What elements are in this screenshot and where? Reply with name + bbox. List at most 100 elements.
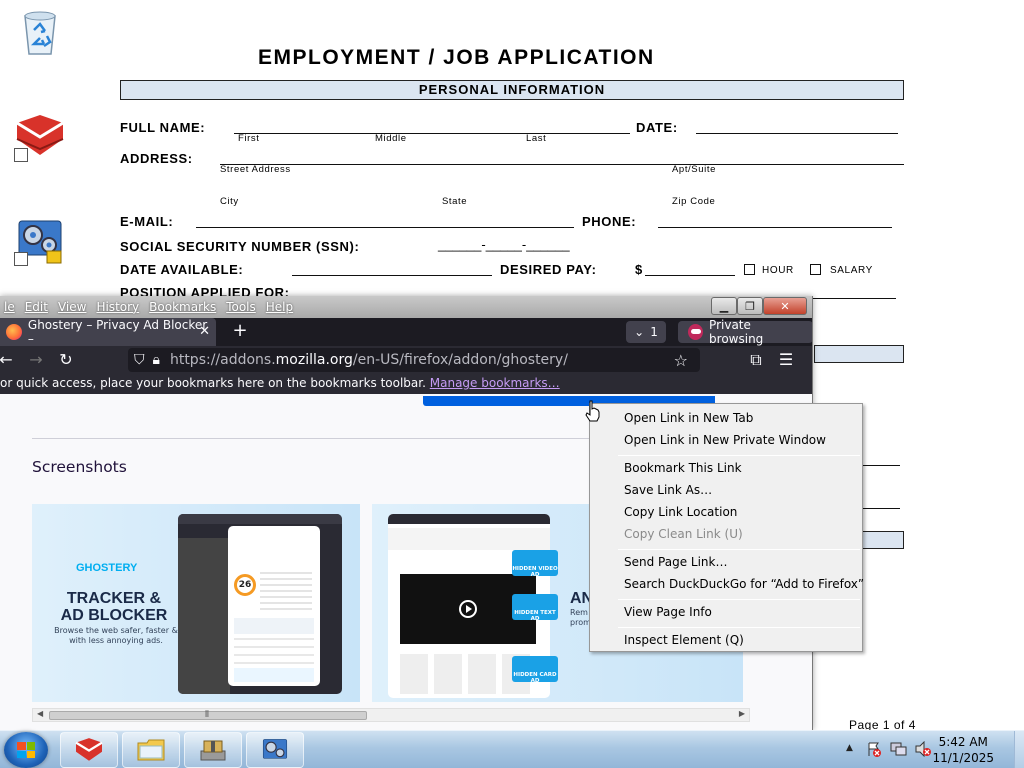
private-browsing-label: Private browsing xyxy=(709,318,764,346)
bookmark-star-icon[interactable]: ☆ xyxy=(674,351,688,370)
scroll-right-icon[interactable]: ▶ xyxy=(739,709,745,718)
volume-muted-icon[interactable] xyxy=(914,740,932,758)
tab-ghostery[interactable]: Ghostery – Privacy Ad Blocker – ✕ xyxy=(0,318,216,346)
date-line[interactable] xyxy=(696,133,898,134)
folder-icon xyxy=(137,739,165,761)
window-titlebar[interactable]: le Edit View History Bookmarks Tools Hel… xyxy=(0,296,812,318)
phone-label: PHONE: xyxy=(582,214,637,229)
reload-button[interactable]: ↻ xyxy=(56,350,76,370)
extension-popup-mock: 26 xyxy=(228,526,320,686)
list-all-tabs-button[interactable]: ⌄ 1 xyxy=(626,321,666,343)
app-menu-button[interactable]: ☰ xyxy=(776,350,796,370)
taskbar-file-explorer[interactable] xyxy=(122,732,180,768)
tracker-blocker-subtitle: Browse the web safer, faster & with less… xyxy=(54,626,178,645)
menu-open-link-new-tab[interactable]: Open Link in New Tab xyxy=(624,409,753,427)
red-app-icon xyxy=(75,738,103,761)
menu-send-page-link[interactable]: Send Page Link… xyxy=(624,553,727,571)
menu-separator xyxy=(618,599,860,600)
menu-history[interactable]: History xyxy=(90,300,145,314)
show-hidden-icons-button[interactable]: ▲ xyxy=(846,743,853,753)
scroll-left-icon[interactable]: ◀ xyxy=(37,709,43,718)
url-bar[interactable]: ⛉ 🔒︎ https://addons. mozilla.org/en-US/fi… xyxy=(128,348,700,372)
menu-separator xyxy=(618,549,860,550)
menu-copy-link-location[interactable]: Copy Link Location xyxy=(624,503,737,521)
screenshots-heading: Screenshots xyxy=(32,458,127,476)
extensions-button[interactable]: ⧉ xyxy=(746,350,766,370)
address-line[interactable] xyxy=(220,164,904,165)
menu-file[interactable]: le xyxy=(0,300,21,314)
navigation-toolbar: ← → ↻ ⛉ 🔒︎ https://addons. mozilla.org/en… xyxy=(0,346,812,374)
reload-icon: ↻ xyxy=(59,350,73,369)
menu-bookmarks[interactable]: Bookmarks xyxy=(143,300,222,314)
email-line[interactable] xyxy=(196,227,574,228)
street-sublabel: Street Address xyxy=(220,164,291,175)
forward-button[interactable]: → xyxy=(26,350,46,370)
full-name-label: FULL NAME: xyxy=(120,120,206,135)
grip-icon: ⦀ xyxy=(205,710,209,720)
red-app-shortcut-icon[interactable] xyxy=(12,108,68,164)
date-available-line[interactable] xyxy=(292,275,492,276)
taskbar-red-app[interactable] xyxy=(60,732,118,768)
score-circle: 26 xyxy=(234,574,256,596)
scrollbar-thumb[interactable]: ⦀ xyxy=(49,710,367,720)
menu-copy-clean-link: Copy Clean Link (U) xyxy=(624,527,743,541)
settings-shortcut-icon[interactable] xyxy=(12,212,68,268)
maximize-button[interactable]: ❐ xyxy=(737,297,763,315)
bookmarks-hint: or quick access, place your bookmarks he… xyxy=(0,376,426,390)
full-name-line[interactable] xyxy=(234,133,630,134)
menu-open-link-private-window[interactable]: Open Link in New Private Window xyxy=(624,431,826,449)
ssn-blank[interactable]: ______-_____-______ xyxy=(438,237,570,252)
menu-bar: le Edit View History Bookmarks Tools Hel… xyxy=(0,296,299,318)
phone-line[interactable] xyxy=(658,227,892,228)
menu-help[interactable]: Help xyxy=(260,300,299,314)
hidden-card-ad-tag: HIDDEN CARD AD xyxy=(512,656,558,684)
manage-bookmarks-link[interactable]: Manage bookmarks… xyxy=(430,376,560,390)
city-sublabel: City xyxy=(220,196,239,207)
taskbar-archive-app[interactable] xyxy=(184,732,242,768)
horizontal-scrollbar[interactable]: ◀ ⦀ ▶ xyxy=(32,708,750,722)
hand-cursor-icon xyxy=(585,400,600,422)
first-sublabel: First xyxy=(238,133,260,144)
close-icon: ✕ xyxy=(780,299,790,313)
menu-view[interactable]: View xyxy=(52,300,92,314)
settings-gear-icon xyxy=(262,739,288,759)
taskbar-settings-app[interactable] xyxy=(246,732,304,768)
close-tab-icon[interactable]: ✕ xyxy=(199,324,210,339)
menu-tools[interactable]: Tools xyxy=(220,300,262,314)
menu-inspect-element[interactable]: Inspect Element (Q) xyxy=(624,631,744,649)
start-button[interactable] xyxy=(4,732,48,768)
lock-icon[interactable]: 🔒︎ xyxy=(153,352,160,368)
arrow-right-icon: → xyxy=(29,350,43,369)
date-available-label: DATE AVAILABLE: xyxy=(120,262,244,277)
puzzle-icon: ⧉ xyxy=(750,350,762,369)
menu-save-link-as[interactable]: Save Link As… xyxy=(624,481,712,499)
tracker-blocker-title: TRACKER & AD BLOCKER xyxy=(60,590,168,624)
shortcut-arrow-icon xyxy=(14,148,28,162)
network-icon[interactable] xyxy=(890,741,908,757)
back-button[interactable]: ← xyxy=(0,350,16,370)
show-desktop-button[interactable] xyxy=(1014,731,1024,768)
menu-edit[interactable]: Edit xyxy=(19,300,54,314)
desired-pay-line[interactable] xyxy=(645,275,735,276)
chevron-down-icon: ⌄ xyxy=(634,325,645,339)
new-tab-button[interactable]: + xyxy=(228,322,252,342)
tab-bar: Ghostery – Privacy Ad Blocker – ✕ + ⌄ 1 … xyxy=(0,318,812,346)
close-window-button[interactable]: ✕ xyxy=(763,297,807,315)
menu-bookmark-link[interactable]: Bookmark This Link xyxy=(624,459,742,477)
system-clock[interactable]: 5:42 AM 11/1/2025 xyxy=(932,734,994,766)
context-menu: Open Link in New Tab Open Link in New Pr… xyxy=(589,403,864,652)
screenshot-1[interactable]: GHOSTERY TRACKER & AD BLOCKER Browse the… xyxy=(32,504,360,702)
shield-icon[interactable]: ⛉ xyxy=(134,352,145,368)
recycle-bin-icon[interactable] xyxy=(12,4,68,60)
salary-checkbox[interactable] xyxy=(810,264,821,275)
arrow-left-icon: ← xyxy=(0,350,13,369)
menu-search-duckduckgo[interactable]: Search DuckDuckGo for “Add to Firefox” xyxy=(624,575,864,593)
menu-view-page-info[interactable]: View Page Info xyxy=(624,603,712,621)
clock-date: 11/1/2025 xyxy=(932,751,994,765)
minimize-button[interactable]: ▁ xyxy=(711,297,737,315)
apt-sublabel: Apt/Suite xyxy=(672,164,716,175)
url-prefix: https://addons. xyxy=(169,352,276,368)
action-center-flag-icon[interactable] xyxy=(866,741,882,757)
hour-label: HOUR xyxy=(762,265,794,276)
hour-checkbox[interactable] xyxy=(744,264,755,275)
